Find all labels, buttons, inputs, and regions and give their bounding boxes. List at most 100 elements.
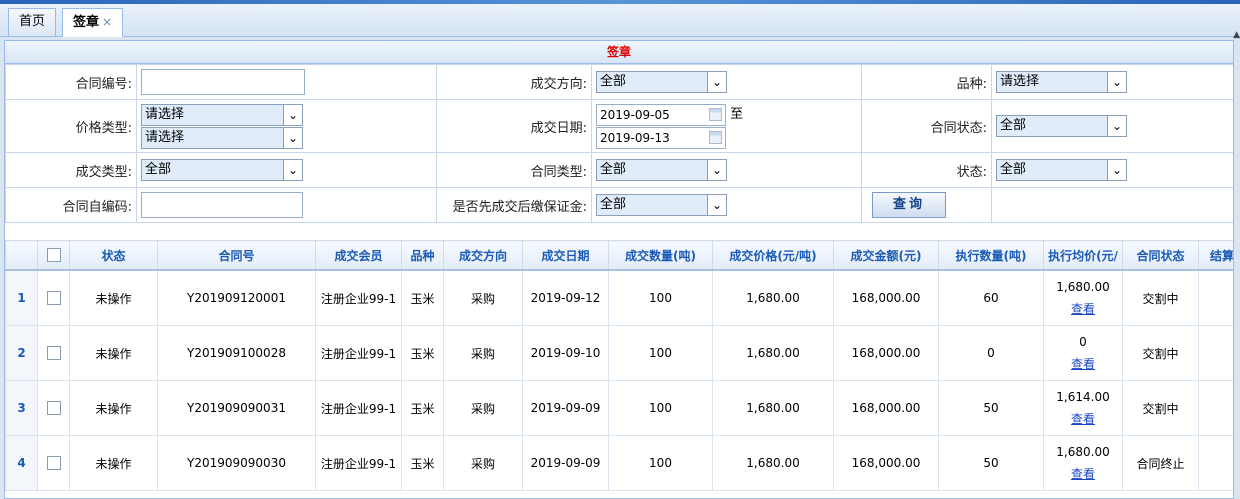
deal-type-select[interactable]: 全部 ⌄ xyxy=(141,159,303,181)
chevron-down-icon: ⌄ xyxy=(707,195,726,215)
header-date[interactable]: 成交日期 xyxy=(522,240,609,271)
header-qty[interactable]: 成交数量(吨) xyxy=(608,240,713,271)
row-number: 1 xyxy=(5,269,38,326)
row-number: 4 xyxy=(5,435,38,491)
self-code-input[interactable] xyxy=(141,192,303,218)
cell-contract-status: 交割中 xyxy=(1122,269,1199,326)
header-amount[interactable]: 成交金额(元) xyxy=(833,240,939,271)
row-select[interactable] xyxy=(37,435,70,491)
contract-no-input[interactable] xyxy=(141,69,305,95)
row-select[interactable] xyxy=(37,325,70,381)
cell-exec-qty: 0 xyxy=(938,325,1044,381)
cell-qty: 100 xyxy=(608,435,713,491)
cell-exec-avg: 1,680.00 查看 xyxy=(1043,435,1123,491)
panel-title: 签章 xyxy=(5,41,1233,64)
header-status[interactable]: 状态 xyxy=(69,240,158,271)
status-select[interactable]: 全部 ⌄ xyxy=(996,159,1127,181)
direction-select[interactable]: 全部 ⌄ xyxy=(596,71,727,93)
row-select[interactable] xyxy=(37,269,70,326)
cell-member: 注册企业99-1 xyxy=(315,380,402,436)
results-grid: 状态 合同号 成交会员 品种 成交方向 成交日期 成交数量(吨) 成交价格(元/… xyxy=(5,240,1233,498)
header-price[interactable]: 成交价格(元/吨) xyxy=(712,240,834,271)
cell-amount: 168,000.00 xyxy=(833,269,939,326)
cell-settle xyxy=(1198,380,1233,436)
tab-home[interactable]: 首页 xyxy=(8,8,57,36)
table-row[interactable]: 1 未操作 Y201909120001 注册企业99-1 玉米 采购 2019-… xyxy=(5,269,1233,326)
deposit-select[interactable]: 全部 ⌄ xyxy=(596,194,727,216)
date-to-input[interactable]: 2019-09-13 xyxy=(596,126,726,149)
header-exec-avg[interactable]: 执行均价(元/ xyxy=(1043,240,1123,271)
row-number: 2 xyxy=(5,325,38,381)
checkbox-icon[interactable] xyxy=(46,291,61,306)
header-exec-qty[interactable]: 执行数量(吨) xyxy=(938,240,1044,271)
row-number: 3 xyxy=(5,380,38,436)
view-link[interactable]: 查看 xyxy=(1045,355,1121,372)
cell-contract-status: 交割中 xyxy=(1122,380,1199,436)
cell-status: 未操作 xyxy=(69,269,158,326)
view-link[interactable]: 查看 xyxy=(1045,410,1121,427)
price-type-select-1[interactable]: 请选择 ⌄ xyxy=(141,103,303,126)
cell-date: 2019-09-09 xyxy=(522,435,609,491)
table-row[interactable]: 3 未操作 Y201909090031 注册企业99-1 玉米 采购 2019-… xyxy=(5,380,1233,436)
variety-select[interactable]: 请选择 ⌄ xyxy=(996,71,1127,93)
header-member[interactable]: 成交会员 xyxy=(315,240,402,271)
exec-avg-value: 1,680.00 xyxy=(1056,444,1110,459)
cell-qty: 100 xyxy=(608,269,713,326)
cell-price: 1,680.00 xyxy=(712,380,834,436)
chevron-down-icon: ⌄ xyxy=(1107,72,1126,92)
header-contract-status[interactable]: 合同状态 xyxy=(1122,240,1199,271)
cell-price: 1,680.00 xyxy=(712,269,834,326)
cell-qty: 100 xyxy=(608,325,713,381)
cell-variety: 玉米 xyxy=(401,435,444,491)
cell-exec-avg: 1,614.00 查看 xyxy=(1043,380,1123,436)
self-code-label: 合同自编码: xyxy=(5,187,137,223)
close-icon[interactable]: × xyxy=(102,15,112,29)
tab-signature[interactable]: 签章 × xyxy=(62,8,124,37)
checkbox-icon[interactable] xyxy=(46,401,61,416)
cell-direction: 采购 xyxy=(443,269,523,326)
calendar-icon[interactable] xyxy=(709,107,722,121)
checkbox-icon[interactable] xyxy=(46,346,61,361)
query-button[interactable]: 查询 xyxy=(872,192,946,218)
cell-contract: Y201909090030 xyxy=(157,435,316,491)
chevron-down-icon: ⌄ xyxy=(1107,116,1126,136)
cell-qty: 100 xyxy=(608,380,713,436)
header-variety[interactable]: 品种 xyxy=(401,240,444,271)
deal-type-label: 成交类型: xyxy=(5,152,137,188)
cell-date: 2019-09-10 xyxy=(522,325,609,381)
deposit-value: 全部 xyxy=(600,197,627,212)
contract-status-label: 合同状态: xyxy=(861,99,992,153)
price-type-select-2[interactable]: 请选择 ⌄ xyxy=(141,126,303,149)
cell-member: 注册企业99-1 xyxy=(315,435,402,491)
checkbox-icon[interactable] xyxy=(46,456,61,471)
contract-type-value: 全部 xyxy=(600,162,627,177)
header-select-all[interactable] xyxy=(37,240,70,271)
header-contract[interactable]: 合同号 xyxy=(157,240,316,271)
header-settle[interactable]: 结算 xyxy=(1198,240,1233,271)
checkbox-icon[interactable] xyxy=(46,248,61,263)
search-form: 合同编号: 成交方向: 全部 ⌄ 品种: 请选择 ⌄ 价格类型: 请选择 ⌄ 请选择 ⌄… xyxy=(5,64,1233,223)
view-link[interactable]: 查看 xyxy=(1045,300,1121,317)
cell-settle xyxy=(1198,269,1233,326)
chevron-down-icon: ⌄ xyxy=(707,160,726,180)
table-row[interactable]: 4 未操作 Y201909090030 注册企业99-1 玉米 采购 2019-… xyxy=(5,435,1233,491)
cell-member: 注册企业99-1 xyxy=(315,269,402,326)
deal-date-label: 成交日期: xyxy=(436,99,592,153)
deal-type-value: 全部 xyxy=(145,162,172,177)
chevron-down-icon: ⌄ xyxy=(283,160,302,180)
contract-status-select[interactable]: 全部 ⌄ xyxy=(996,115,1127,137)
date-from-value: 2019-09-05 xyxy=(600,107,670,122)
tab-signature-label: 签章 xyxy=(73,15,100,30)
table-row[interactable]: 2 未操作 Y201909100028 注册企业99-1 玉米 采购 2019-… xyxy=(5,325,1233,381)
status-value: 全部 xyxy=(1000,162,1027,177)
calendar-icon[interactable] xyxy=(709,130,722,144)
cell-status: 未操作 xyxy=(69,380,158,436)
collapse-icon[interactable]: ▲ xyxy=(1233,30,1240,40)
cell-member: 注册企业99-1 xyxy=(315,325,402,381)
contract-type-select[interactable]: 全部 ⌄ xyxy=(596,159,727,181)
deposit-label: 是否先成交后缴保证金: xyxy=(436,187,592,223)
row-select[interactable] xyxy=(37,380,70,436)
date-from-input[interactable]: 2019-09-05 xyxy=(596,103,726,126)
header-direction[interactable]: 成交方向 xyxy=(443,240,523,271)
view-link[interactable]: 查看 xyxy=(1045,465,1121,482)
